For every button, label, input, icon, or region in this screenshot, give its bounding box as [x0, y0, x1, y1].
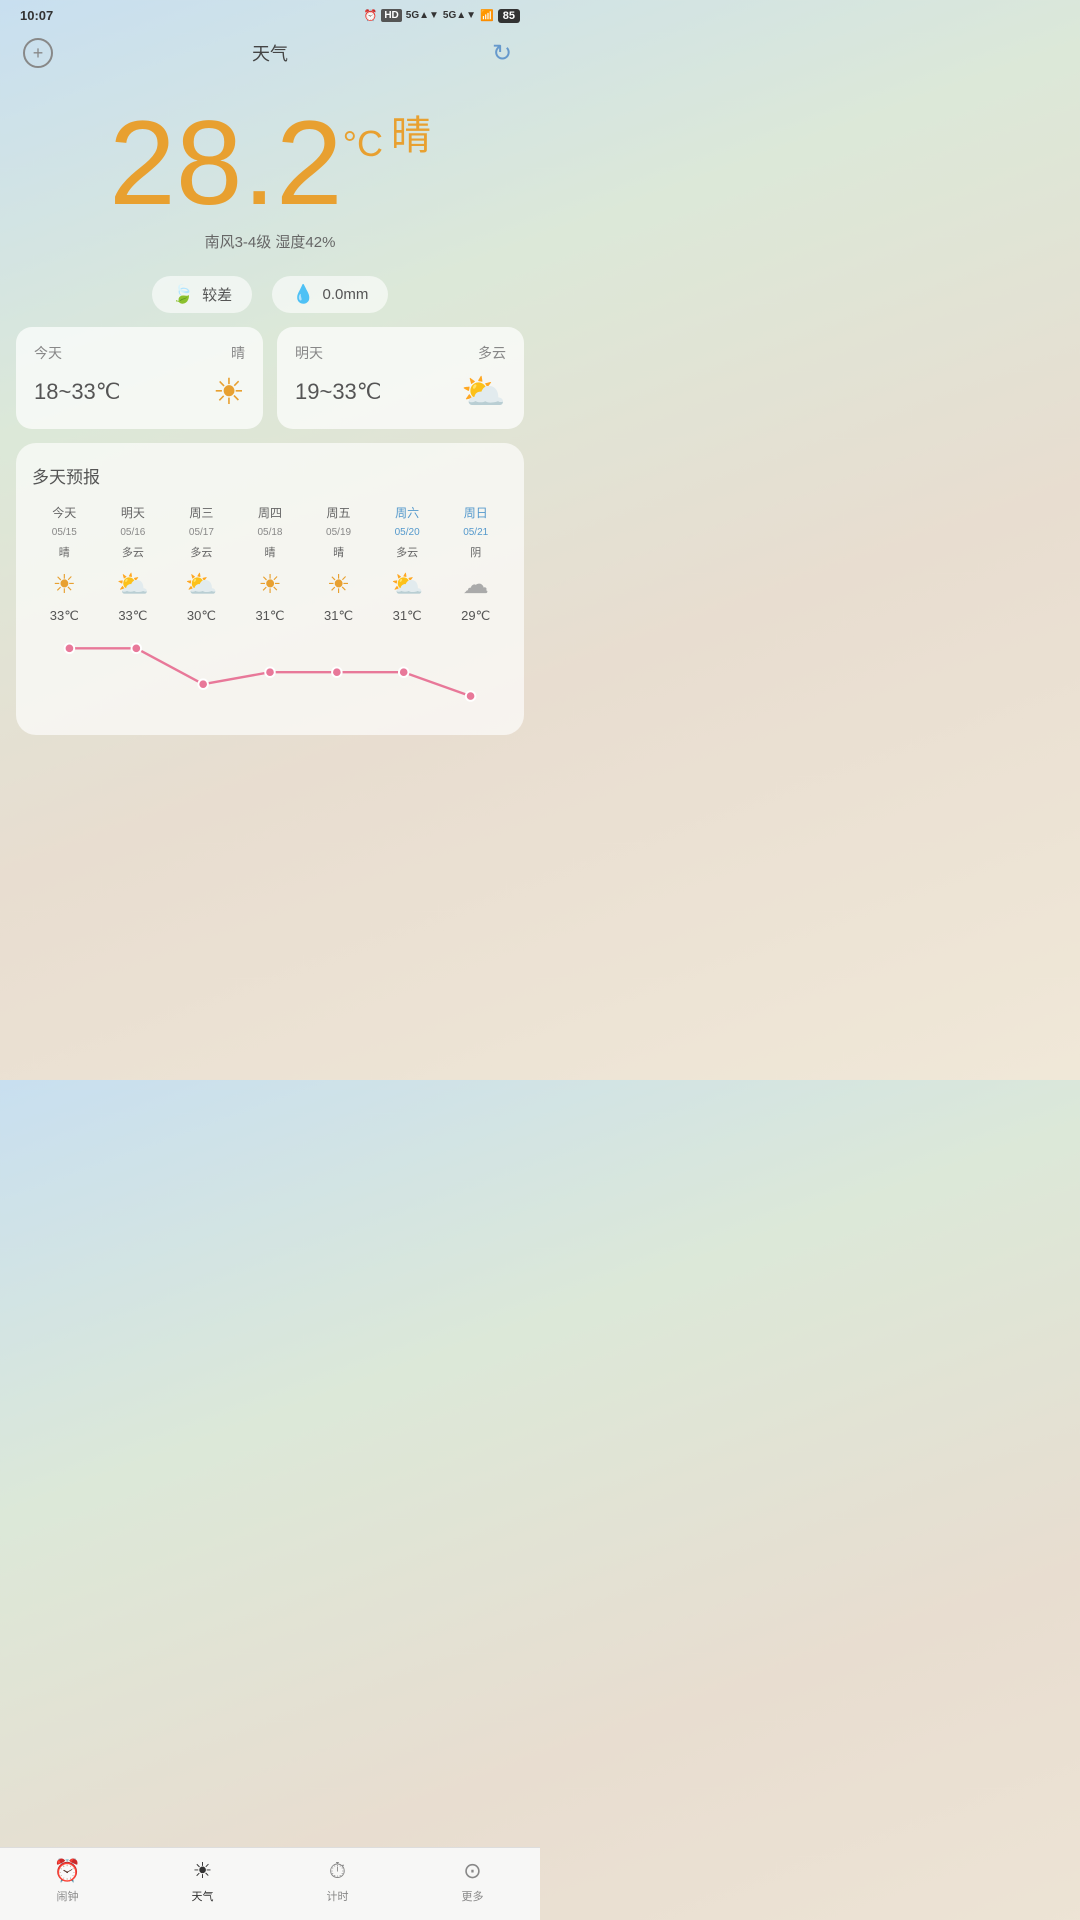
- rainfall-badge: 💧 0.0mm: [272, 276, 388, 313]
- nav-icon: ⏰: [54, 1858, 81, 1884]
- forecast-weather-icon: ⛅: [117, 566, 149, 602]
- forecast-date-label: 05/16: [120, 527, 145, 538]
- tomorrow-label: 明天: [295, 343, 323, 363]
- nav-icon: ⏱: [329, 1858, 346, 1884]
- tomorrow-temp-range: 19~33℃: [295, 379, 382, 405]
- app-header: + 天气 ↻: [0, 27, 540, 83]
- forecast-weather-text: 晴: [59, 544, 70, 560]
- forecast-weather-text: 晴: [264, 544, 275, 560]
- nav-item-天气[interactable]: ☀ 天气: [173, 1858, 233, 1904]
- temp-chart-svg: [36, 634, 504, 710]
- forecast-high-temp: 31℃: [324, 608, 353, 624]
- forecast-weather-icon: ☀: [258, 566, 281, 602]
- forecast-weather-icon: ⛅: [185, 566, 217, 602]
- rainfall-value: 0.0mm: [323, 286, 369, 303]
- today-weather: 晴: [231, 343, 245, 363]
- temperature-unit: °C: [343, 123, 383, 165]
- forecast-high-temp: 29℃: [461, 608, 490, 624]
- current-temperature: 28.2: [109, 103, 343, 223]
- temperature-chart: [36, 634, 504, 715]
- forecast-weather-icon: ☁: [463, 566, 489, 602]
- nav-icon: ⊙: [463, 1858, 481, 1884]
- forecast-section: 多天预报 今天 05/15 晴 ☀ 33℃ 明天 05/16 多云 ⛅ 33℃ 周三 05/17 多云 ⛅…: [16, 443, 524, 735]
- forecast-high-temp: 30℃: [187, 608, 216, 624]
- nav-icon: ☀: [193, 1858, 213, 1884]
- wind-humidity-info: 南风3-4级 湿度42%: [20, 231, 520, 252]
- nav-label: 计时: [327, 1888, 349, 1904]
- forecast-date-label: 05/21: [463, 527, 488, 538]
- tomorrow-weather-icon: ⛅: [461, 371, 506, 413]
- bottom-navigation: ⏰ 闹钟 ☀ 天气 ⏱ 计时 ⊙ 更多: [0, 1847, 540, 1920]
- today-weather-icon: ☀: [213, 371, 245, 413]
- refresh-button[interactable]: ↻: [484, 35, 520, 71]
- forecast-day-label: 周五: [327, 504, 351, 521]
- status-icons: ⏰ HD 5G▲▼ 5G▲▼ 📶 85: [364, 9, 520, 23]
- forecast-day-col: 周四 05/18 晴 ☀ 31℃: [238, 504, 303, 624]
- air-quality-value: 较差: [202, 284, 232, 305]
- forecast-weather-icon: ☀: [53, 566, 76, 602]
- day-cards-container: 今天 晴 18~33℃ ☀ 明天 多云 19~33℃ ⛅: [16, 327, 524, 429]
- forecast-high-temp: 31℃: [393, 608, 422, 624]
- tomorrow-weather: 多云: [478, 343, 506, 363]
- tomorrow-card: 明天 多云 19~33℃ ⛅: [277, 327, 524, 429]
- nav-label: 天气: [192, 1888, 214, 1904]
- forecast-weather-icon: ☀: [327, 566, 350, 602]
- today-label: 今天: [34, 343, 62, 363]
- leaf-icon: 🍃: [172, 284, 194, 305]
- forecast-day-label: 周四: [258, 504, 282, 521]
- forecast-high-temp: 33℃: [118, 608, 147, 624]
- forecast-weather-icon: ⛅: [391, 566, 423, 602]
- forecast-high-temp: 31℃: [255, 608, 284, 624]
- forecast-weather-text: 晴: [333, 544, 344, 560]
- nav-item-闹钟[interactable]: ⏰ 闹钟: [38, 1858, 98, 1904]
- add-location-button[interactable]: +: [20, 35, 56, 71]
- battery-indicator: 85: [498, 9, 520, 23]
- forecast-day-label: 明天: [121, 504, 145, 521]
- weather-badges: 🍃 较差 💧 0.0mm: [20, 276, 520, 313]
- temperature-display: 28.2 °C 晴 南风3-4级 湿度42%: [0, 83, 540, 262]
- forecast-weather-text: 多云: [396, 544, 418, 560]
- air-quality-badge: 🍃 较差: [152, 276, 252, 313]
- refresh-icon: ↻: [492, 39, 512, 68]
- forecast-day-col: 周五 05/19 晴 ☀ 31℃: [306, 504, 371, 624]
- forecast-day-label: 周六: [395, 504, 419, 521]
- forecast-day-col: 明天 05/16 多云 ⛅ 33℃: [101, 504, 166, 624]
- time: 10:07: [20, 8, 53, 23]
- today-temp-range: 18~33℃: [34, 379, 121, 405]
- forecast-date-label: 05/17: [189, 527, 214, 538]
- forecast-title: 多天预报: [32, 463, 508, 488]
- forecast-day-col: 周日 05/21 阴 ☁ 29℃: [443, 504, 508, 624]
- forecast-date-label: 05/19: [326, 527, 351, 538]
- forecast-high-temp: 33℃: [50, 608, 79, 624]
- forecast-weather-text: 阴: [470, 544, 481, 560]
- forecast-grid: 今天 05/15 晴 ☀ 33℃ 明天 05/16 多云 ⛅ 33℃ 周三 05/17 多云 ⛅ 30℃ 周四…: [32, 504, 508, 624]
- status-bar: 10:07 ⏰ HD 5G▲▼ 5G▲▼ 📶 85: [0, 0, 540, 27]
- forecast-day-label: 今天: [52, 504, 76, 521]
- nav-label: 更多: [462, 1888, 484, 1904]
- nav-item-计时[interactable]: ⏱ 计时: [308, 1858, 368, 1904]
- forecast-day-label: 周三: [189, 504, 213, 521]
- forecast-weather-text: 多云: [122, 544, 144, 560]
- forecast-date-label: 05/15: [52, 527, 77, 538]
- forecast-date-label: 05/18: [257, 527, 282, 538]
- nav-label: 闹钟: [57, 1888, 79, 1904]
- forecast-weather-text: 多云: [190, 544, 212, 560]
- nav-item-更多[interactable]: ⊙ 更多: [443, 1858, 503, 1904]
- rain-icon: 💧: [292, 284, 314, 305]
- forecast-day-col: 周三 05/17 多云 ⛅ 30℃: [169, 504, 234, 624]
- forecast-date-label: 05/20: [395, 527, 420, 538]
- forecast-day-col: 周六 05/20 多云 ⛅ 31℃: [375, 504, 440, 624]
- page-title: 天气: [252, 40, 288, 66]
- forecast-day-label: 周日: [464, 504, 488, 521]
- today-card: 今天 晴 18~33℃ ☀: [16, 327, 263, 429]
- weather-description: 晴: [391, 103, 431, 161]
- forecast-day-col: 今天 05/15 晴 ☀ 33℃: [32, 504, 97, 624]
